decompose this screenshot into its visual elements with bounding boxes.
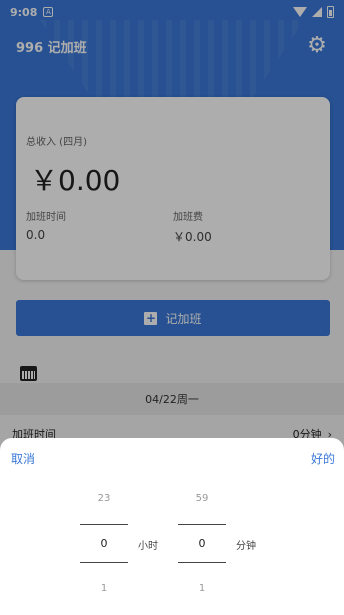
minutes-divider-top [178,524,226,525]
hours-prev[interactable]: 23 [80,493,128,504]
hours-divider-bottom [80,562,128,563]
ok-button[interactable]: 好的 [311,450,335,467]
time-picker-sheet: 取消 好的 23 0 1 小时 59 0 1 分钟 [0,438,344,615]
minutes-unit: 分钟 [236,541,256,552]
minutes-divider-bottom [178,562,226,563]
cancel-button[interactable]: 取消 [11,450,35,467]
hours-divider-top [80,524,128,525]
minutes-picker[interactable]: 59 0 1 [178,483,226,601]
minutes-next[interactable]: 1 [178,583,226,594]
minutes-current[interactable]: 0 [178,537,226,550]
minutes-prev[interactable]: 59 [178,493,226,504]
hours-picker[interactable]: 23 0 1 [80,483,128,601]
hours-unit: 小时 [138,541,158,552]
hours-current[interactable]: 0 [80,537,128,550]
hours-next[interactable]: 1 [80,583,128,594]
